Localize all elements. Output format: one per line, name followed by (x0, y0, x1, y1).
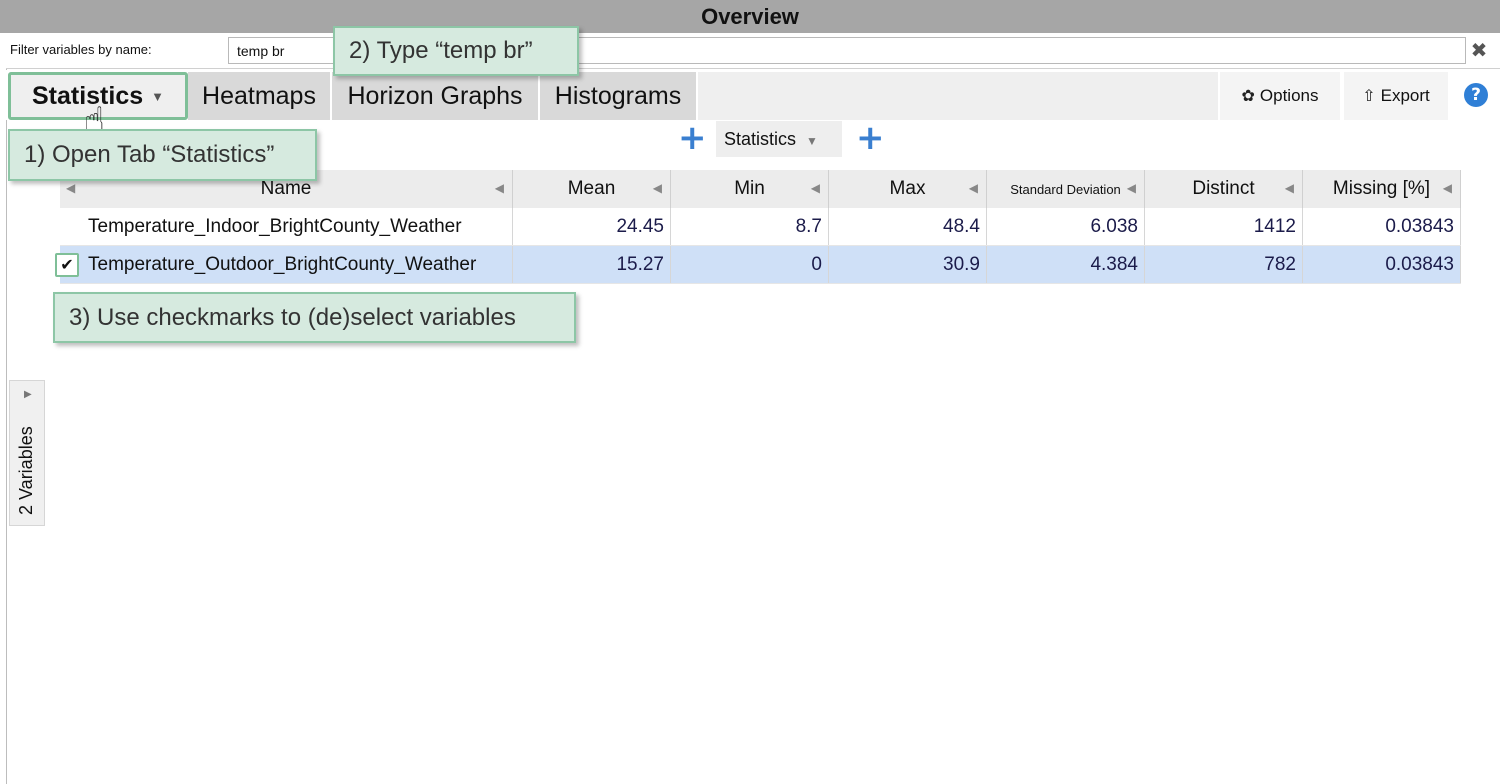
statistics-selector[interactable]: Statistics ▼ (716, 121, 842, 157)
column-header-min[interactable]: Min ◀ (670, 170, 829, 208)
sort-icon: ◀ (66, 181, 76, 195)
column-header-max[interactable]: Max ◀ (828, 170, 987, 208)
sort-icon: ◀ (1284, 181, 1294, 195)
column-label: Standard Deviation (1010, 181, 1121, 197)
cell-name: Temperature_Indoor_BrightCounty_Weather (60, 208, 513, 246)
callout-step-1: 1) Open Tab “Statistics” (8, 129, 317, 181)
chevron-down-icon: ▼ (151, 89, 165, 105)
column-header-missing[interactable]: Missing [%] ◀ (1302, 170, 1461, 208)
sort-icon: ◀ (652, 181, 662, 195)
cell-distinct: 1412 (1144, 208, 1303, 246)
filter-row: Filter variables by name: ✖ (6, 33, 1500, 69)
column-label: Distinct (1192, 178, 1255, 199)
column-label: Mean (567, 178, 616, 199)
export-icon: ⇧ (1362, 88, 1376, 105)
tab-bar-fill (698, 72, 1218, 120)
tab-histograms[interactable]: Histograms (540, 72, 696, 120)
add-right-button[interactable]: + (856, 121, 885, 155)
statistics-table: ◀ Name ◀ Mean ◀ Min ◀ Max ◀ Standard Deviatio… (60, 170, 1461, 284)
export-label: Export (1380, 86, 1430, 105)
tab-horizon-graphs[interactable]: Horizon Graphs (332, 72, 538, 120)
column-header-distinct[interactable]: Distinct ◀ (1144, 170, 1303, 208)
sort-icon: ◀ (810, 181, 820, 195)
export-button[interactable]: ⇧ Export (1344, 72, 1448, 120)
column-label: Name (260, 178, 312, 199)
row-select-checkbox[interactable]: ✔ (55, 253, 79, 277)
statistics-selector-label: Statistics (724, 129, 797, 149)
expand-arrow-icon: ▶ (24, 389, 32, 400)
options-button[interactable]: ✿ Options (1220, 72, 1340, 120)
cell-name: Temperature_Outdoor_BrightCounty_Weather (60, 245, 513, 284)
help-icon[interactable]: ? (1464, 83, 1488, 107)
cell-standard-deviation: 6.038 (986, 208, 1145, 246)
cell-standard-deviation: 4.384 (986, 245, 1145, 284)
filter-label: Filter variables by name: (10, 42, 152, 57)
checkmark-icon: ✔ (60, 255, 74, 274)
cell-distinct: 782 (1144, 245, 1303, 284)
callout-step-3: 3) Use checkmarks to (de)select variable… (53, 292, 576, 343)
cell-max: 30.9 (828, 245, 987, 284)
cell-mean: 15.27 (512, 245, 671, 284)
cell-mean: 24.45 (512, 208, 671, 246)
tab-bar: Statistics ▼ Heatmaps Horizon Graphs Hist… (6, 70, 1500, 120)
sort-icon: ◀ (968, 181, 978, 195)
cell-missing: 0.03843 (1302, 208, 1461, 246)
options-label: Options (1259, 86, 1319, 105)
tab-heatmaps[interactable]: Heatmaps (188, 72, 330, 120)
sort-icon: ◀ (1126, 181, 1136, 195)
variables-side-panel-toggle[interactable]: ▶ 2 Variables (9, 380, 45, 526)
chevron-down-icon: ▼ (806, 134, 818, 148)
column-header-mean[interactable]: Mean ◀ (512, 170, 671, 208)
column-label: Missing [%] (1332, 178, 1431, 199)
cell-min: 8.7 (670, 208, 829, 246)
sort-icon: ◀ (494, 181, 504, 195)
callout-step-2: 2) Type “temp br” (333, 26, 579, 76)
window-title: Overview (0, 0, 1500, 33)
cell-missing: 0.03843 (1302, 245, 1461, 284)
clear-icon[interactable]: ✖ (1468, 39, 1490, 61)
column-label: Min (734, 178, 765, 199)
table-row[interactable]: Temperature_Outdoor_BrightCounty_Weather… (60, 245, 1461, 284)
gear-icon: ✿ (1241, 88, 1255, 105)
cell-min: 0 (670, 245, 829, 284)
cell-max: 48.4 (828, 208, 987, 246)
table-row[interactable]: Temperature_Indoor_BrightCounty_Weather … (60, 208, 1461, 246)
variables-count-label: 2 Variables (16, 426, 36, 515)
sort-icon: ◀ (1442, 181, 1452, 195)
add-left-button[interactable]: + (678, 121, 707, 155)
column-header-standard-deviation[interactable]: Standard Deviation ◀ (986, 170, 1145, 208)
column-label: Max (889, 178, 926, 199)
